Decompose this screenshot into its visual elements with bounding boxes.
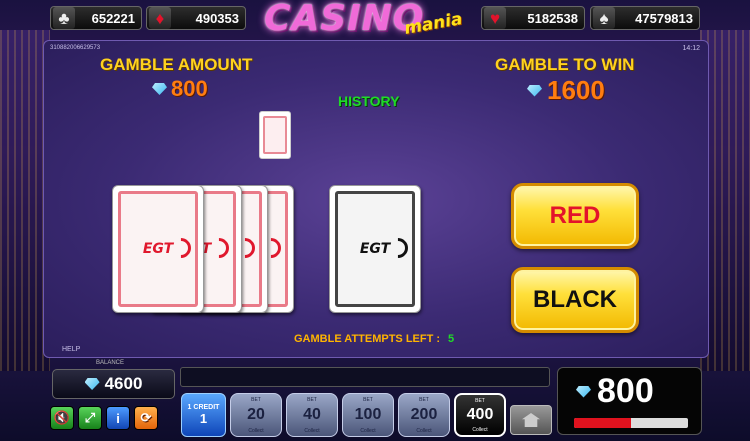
bet-value: 20 (247, 406, 265, 423)
info-icon[interactable]: i (106, 406, 130, 430)
jackpot-diamonds: ♦ 490353 (146, 6, 246, 30)
history-card (259, 111, 291, 159)
jackpot-bar: ♣ 652221 ♦ 490353 CASINO mania ♥ 5182538… (0, 0, 750, 39)
jackpot-value: 490353 (195, 10, 239, 26)
message-bar (180, 367, 550, 387)
diamond-icon (152, 83, 167, 95)
clock: 14:12 (682, 45, 700, 52)
bet-value: 400 (466, 406, 494, 423)
balance-value: 4600 (104, 374, 143, 393)
gamble-to-win-label: GAMBLE TO WIN (495, 55, 635, 74)
egt-logo: EGT (142, 241, 174, 257)
win-display: 800 (557, 367, 702, 435)
diamonds-icon: ♦ (149, 7, 171, 29)
gamble-amount-label: GAMBLE AMOUNT (100, 55, 253, 74)
bet-value: 40 (303, 406, 321, 423)
egt-logo: EGT (359, 241, 391, 257)
balance-label: BALANCE (96, 360, 125, 366)
bet-button-400[interactable]: BET 400 Collect (454, 393, 506, 437)
attempts-left: 5 (448, 333, 455, 345)
jackpot-hearts: ♥ 5182538 (481, 6, 585, 30)
bet-top-label: BET (363, 397, 373, 403)
attempts-label: GAMBLE ATTEMPTS LEFT : (294, 333, 441, 345)
credit-value: 1 (199, 411, 208, 426)
win-progress-fill (574, 418, 631, 428)
gamble-amount-value: 800 (171, 76, 208, 101)
bet-top-label: BET (307, 397, 317, 403)
history-card-back: EGT (112, 185, 204, 313)
bet-value: 100 (354, 406, 382, 423)
spades-icon: ♠ (593, 7, 615, 29)
credit-button[interactable]: 1 CREDIT 1 (181, 393, 226, 437)
bet-bottom-label: Collect (304, 428, 320, 434)
bet-button-40[interactable]: BET 40 Collect (286, 393, 338, 437)
sound-off-icon[interactable]: 🔇 (50, 406, 74, 430)
bet-bottom-label: Collect (416, 428, 432, 434)
jackpot-value: 5182538 (527, 10, 578, 26)
bet-button-100[interactable]: BET 100 Collect (342, 393, 394, 437)
fullscreen-icon[interactable]: ⤢ (78, 406, 102, 430)
current-card: EGT (329, 185, 421, 313)
jackpot-value: 47579813 (635, 10, 693, 26)
help-link[interactable]: HELP (62, 346, 80, 353)
gamble-to-win: 1600 (527, 75, 605, 106)
win-amount-value: 800 (597, 372, 654, 410)
gamble-panel: 310882006629573 14:12 GAMBLE AMOUNT 800 … (43, 40, 709, 358)
game-id: 310882006629573 (50, 45, 101, 51)
red-button[interactable]: RED (511, 183, 639, 249)
gamble-amount: 800 (152, 76, 208, 102)
diamond-icon (84, 378, 100, 390)
history-label: HISTORY (338, 93, 400, 109)
bet-buttons: BET 20 Collect BET 40 Collect BET 100 Co… (230, 393, 506, 437)
autoplay-icon[interactable]: ⟳ (134, 406, 158, 430)
bet-top-label: BET (475, 398, 485, 404)
bet-top-label: BET (251, 397, 261, 403)
hearts-icon: ♥ (484, 7, 506, 29)
home-button[interactable] (510, 405, 552, 435)
clubs-icon: ♣ (53, 7, 75, 29)
win-amount: 800 (576, 372, 654, 411)
bet-button-20[interactable]: BET 20 Collect (230, 393, 282, 437)
bet-top-label: BET (419, 397, 429, 403)
logo-main: CASINO (264, 0, 425, 39)
win-progress-bar (574, 418, 688, 428)
bet-bottom-label: Collect (472, 427, 488, 433)
bet-bottom-label: Collect (360, 428, 376, 434)
bet-value: 200 (410, 406, 438, 423)
balance-display: 4600 (52, 369, 175, 399)
utility-buttons: 🔇 ⤢ i ⟳ (50, 406, 158, 430)
jackpot-spades: ♠ 47579813 (590, 6, 700, 30)
bet-button-200[interactable]: BET 200 Collect (398, 393, 450, 437)
diamond-icon (576, 385, 591, 398)
gamble-to-win-value: 1600 (547, 75, 605, 105)
gamble-attempts: GAMBLE ATTEMPTS LEFT : 5 (294, 333, 454, 345)
casino-mania-logo: CASINO mania (264, 0, 474, 39)
bet-bottom-label: Collect (248, 428, 264, 434)
home-icon (522, 413, 540, 427)
jackpot-clubs: ♣ 652221 (50, 6, 142, 30)
credit-label: 1 CREDIT (187, 404, 220, 411)
black-button[interactable]: BLACK (511, 267, 639, 333)
diamond-icon (527, 84, 542, 97)
jackpot-value: 652221 (91, 10, 135, 26)
